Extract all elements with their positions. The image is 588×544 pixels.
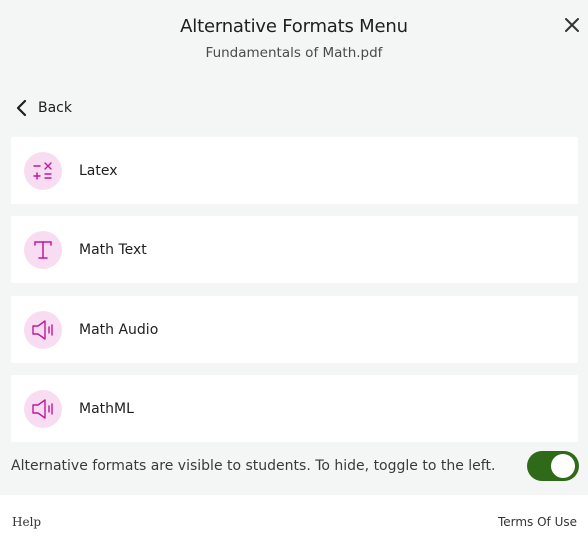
back-button[interactable]: Back	[14, 97, 72, 119]
format-item-latex[interactable]: Latex	[11, 137, 578, 204]
format-label: Math Audio	[79, 321, 159, 338]
speaker-icon	[32, 319, 53, 340]
math-operators-icon	[33, 161, 52, 180]
format-icon-wrapper	[24, 230, 62, 269]
close-icon	[565, 18, 579, 32]
format-label: MathML	[79, 400, 134, 417]
format-icon-wrapper	[24, 389, 62, 428]
format-item-math-audio[interactable]: Math Audio	[11, 296, 578, 363]
visibility-toggle[interactable]	[527, 451, 579, 481]
format-item-mathml[interactable]: MathML	[11, 375, 578, 442]
header: Alternative Formats Menu Fundamentals of…	[0, 0, 588, 80]
help-link[interactable]: Help	[12, 515, 41, 529]
speaker-icon	[32, 398, 53, 419]
close-button[interactable]	[561, 14, 583, 36]
format-icon-wrapper	[24, 310, 62, 349]
format-icon-wrapper	[24, 151, 62, 190]
file-name: Fundamentals of Math.pdf	[205, 45, 383, 61]
toggle-knob	[551, 454, 575, 478]
footer: Help Terms Of Use	[0, 495, 588, 544]
format-item-math-text[interactable]: Math Text	[11, 216, 578, 283]
format-label: Math Text	[79, 241, 147, 258]
visibility-message: Alternative formats are visible to stude…	[11, 458, 496, 474]
back-label: Back	[38, 100, 72, 116]
terms-of-use-link[interactable]: Terms Of Use	[498, 515, 577, 529]
chevron-left-icon	[16, 99, 27, 117]
text-t-icon	[34, 240, 52, 259]
page-title: Alternative Formats Menu	[180, 16, 408, 37]
format-label: Latex	[79, 162, 118, 179]
